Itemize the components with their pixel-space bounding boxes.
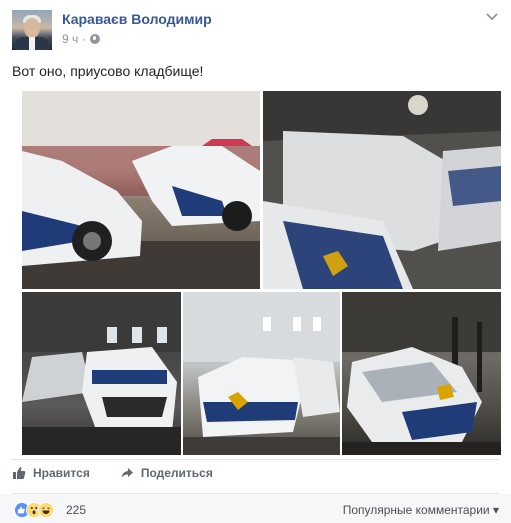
like-button[interactable]: Нравится [12,466,90,480]
post-photo-1[interactable] [22,91,260,289]
globe-icon[interactable] [90,34,101,44]
thumbs-up-icon [13,467,26,479]
reaction-icons[interactable] [14,502,54,518]
post-photo-2[interactable] [263,91,501,289]
post-text: Вот оно, приусово кладбище! [12,63,204,79]
post-photo-4[interactable] [183,292,340,455]
share-label: Поделиться [140,466,213,480]
comment-sort-dropdown[interactable]: Популярные комментарии ▾ [343,503,499,517]
author-avatar[interactable] [12,10,52,50]
share-button[interactable]: Поделиться [120,466,213,480]
post-meta: 9 ч · [62,32,101,46]
chevron-down-icon[interactable] [485,10,499,24]
facebook-post: Караваєв Володимир 9 ч · Вот оно, приусо… [0,0,511,523]
like-label: Нравится [33,466,90,480]
haha-reaction-icon [38,502,54,518]
reactions-bar: 225 Популярные комментарии ▾ [0,494,511,523]
post-photo-5[interactable] [342,292,501,455]
post-photo-3[interactable] [22,292,181,455]
reaction-count[interactable]: 225 [66,503,86,517]
photo-grid [22,91,501,455]
post-actions: Нравится Поделиться [12,466,213,480]
post-timestamp[interactable]: 9 ч [62,32,78,46]
share-arrow-icon [121,468,133,478]
author-name-link[interactable]: Караваєв Володимир [62,11,212,27]
actions-top-divider [12,459,499,460]
meta-separator: · [82,32,87,46]
